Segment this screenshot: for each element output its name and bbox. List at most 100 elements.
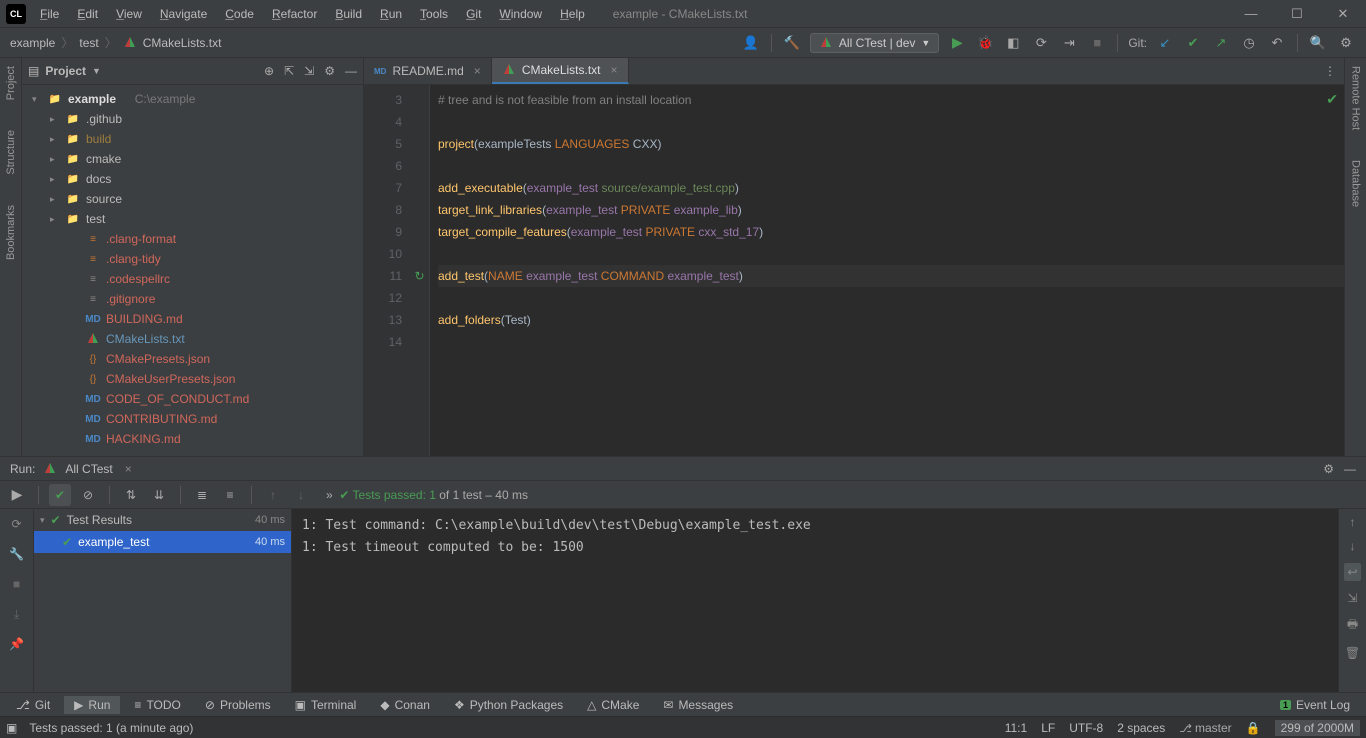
run-button[interactable]: ▶ xyxy=(947,33,967,53)
next-failed-icon[interactable]: ↓ xyxy=(290,484,312,506)
maximize-button[interactable]: ☐ xyxy=(1274,0,1320,28)
tree-dir-source[interactable]: ▸📁source xyxy=(22,189,363,209)
sort-duration-icon[interactable]: ⇊ xyxy=(148,484,170,506)
menu-edit[interactable]: Edit xyxy=(69,3,106,25)
toolwin-python-packages[interactable]: ❖Python Packages xyxy=(444,696,573,714)
hide-panel-icon[interactable]: — xyxy=(1344,462,1356,476)
debug-button[interactable]: 🐞 xyxy=(975,33,995,53)
toolwindows-icon[interactable]: ▣ xyxy=(6,721,17,735)
collapse-all-icon[interactable]: ≡ xyxy=(219,484,241,506)
menu-build[interactable]: Build xyxy=(327,3,370,25)
indent-setting[interactable]: 2 spaces xyxy=(1117,721,1165,735)
toolwin-run[interactable]: ▶Run xyxy=(64,696,120,714)
run-tree[interactable]: ▾✔Test Results40 ms✔example_test40 ms xyxy=(34,509,292,692)
minimize-button[interactable]: — xyxy=(1228,0,1274,28)
users-icon[interactable]: 👤 xyxy=(741,33,761,53)
menu-window[interactable]: Window xyxy=(491,3,550,25)
toolwin-git[interactable]: ⎇Git xyxy=(6,696,60,714)
close-tab-icon[interactable]: × xyxy=(474,64,481,78)
run-output[interactable]: 1: Test command: C:\example\build\dev\te… xyxy=(292,509,1338,692)
rerun-button[interactable]: ▶ xyxy=(6,484,28,506)
toggle-auto-test-icon[interactable]: 🔧 xyxy=(6,543,28,565)
coverage-icon[interactable]: ◧ xyxy=(1003,33,1023,53)
breadcrumb-folder[interactable]: test xyxy=(79,36,98,50)
menu-code[interactable]: Code xyxy=(217,3,262,25)
breadcrumb-project[interactable]: example xyxy=(10,36,55,50)
gutter-marks[interactable]: ↻ xyxy=(410,85,430,456)
test-node-Test-Results[interactable]: ▾✔Test Results40 ms xyxy=(34,509,291,531)
tab-CMakeLists.txt[interactable]: CMakeLists.txt× xyxy=(492,58,629,84)
menu-file[interactable]: File xyxy=(32,3,67,25)
attach-icon[interactable]: ⇥ xyxy=(1059,33,1079,53)
line-separator[interactable]: LF xyxy=(1041,721,1055,735)
menu-navigate[interactable]: Navigate xyxy=(152,3,215,25)
show-passed-toggle[interactable]: ✔ xyxy=(49,484,71,506)
tabs-options-icon[interactable]: ⋮ xyxy=(1316,58,1344,84)
export-icon[interactable]: ⤓ xyxy=(6,603,28,625)
project-tree[interactable]: ▾📁example C:\example▸📁.github▸📁build▸📁cm… xyxy=(22,85,363,456)
toolwin-cmake[interactable]: △CMake xyxy=(577,696,649,714)
git-update-icon[interactable]: ↙ xyxy=(1155,33,1175,53)
clear-icon[interactable]: 🗑 xyxy=(1345,646,1360,660)
tree-file-.clang-format[interactable]: ≡.clang-format xyxy=(22,229,363,249)
scroll-up-icon[interactable]: ↑ xyxy=(1350,515,1356,529)
tab-README.md[interactable]: MDREADME.md× xyxy=(364,58,492,84)
expand-all-icon[interactable]: ≣ xyxy=(191,484,213,506)
tree-dir-cmake[interactable]: ▸📁cmake xyxy=(22,149,363,169)
history-icon[interactable]: ◷ xyxy=(1239,33,1259,53)
soft-wrap-icon[interactable]: ↩ xyxy=(1344,563,1360,581)
run-config-name[interactable]: All CTest xyxy=(65,462,112,476)
lock-icon[interactable]: 🔒 xyxy=(1246,721,1261,735)
git-commit-icon[interactable]: ✔ xyxy=(1183,33,1203,53)
pin-icon[interactable]: 📌 xyxy=(6,633,28,655)
toolwin-todo[interactable]: ≡TODO xyxy=(124,696,190,714)
memory-indicator[interactable]: 299 of 2000M xyxy=(1275,720,1360,736)
tree-file-CMakePresets.json[interactable]: {}CMakePresets.json xyxy=(22,349,363,369)
tree-dir-test[interactable]: ▸📁test xyxy=(22,209,363,229)
settings-gear-icon[interactable]: ⚙ xyxy=(1336,33,1356,53)
settings-gear-icon[interactable]: ⚙ xyxy=(324,64,335,78)
line-gutter[interactable]: 34567891011121314 xyxy=(364,85,410,456)
toolwin-messages[interactable]: ✉Messages xyxy=(653,696,743,714)
menu-git[interactable]: Git xyxy=(458,3,489,25)
tree-dir-docs[interactable]: ▸📁docs xyxy=(22,169,363,189)
breadcrumb-file[interactable]: CMakeLists.txt xyxy=(143,36,222,50)
tree-file-CMakeLists.txt[interactable]: CMakeLists.txt xyxy=(22,329,363,349)
sort-alpha-icon[interactable]: ⇅ xyxy=(120,484,142,506)
stripe-bookmarks[interactable]: Bookmarks xyxy=(5,205,17,260)
code-area[interactable]: # tree and is not feasible from an insta… xyxy=(430,85,1344,456)
tree-file-.gitignore[interactable]: ≡.gitignore xyxy=(22,289,363,309)
inspection-ok-icon[interactable]: ✔ xyxy=(1326,91,1338,108)
scroll-to-end-icon[interactable]: ⇲ xyxy=(1347,591,1357,605)
stripe-database[interactable]: Database xyxy=(1350,160,1362,207)
hide-panel-icon[interactable]: — xyxy=(345,64,357,78)
menu-tools[interactable]: Tools xyxy=(412,3,456,25)
toolwin-problems[interactable]: ⊘Problems xyxy=(195,696,281,714)
rerun-failed-icon[interactable]: ⟳ xyxy=(6,513,28,535)
rollback-icon[interactable]: ↶ xyxy=(1267,33,1287,53)
close-icon[interactable]: × xyxy=(125,462,132,476)
profile-icon[interactable]: ⟳ xyxy=(1031,33,1051,53)
project-panel-title[interactable]: Project xyxy=(45,64,86,78)
collapse-all-icon[interactable]: ⇲ xyxy=(304,64,314,78)
menu-view[interactable]: View xyxy=(108,3,150,25)
tree-file-BUILDING.md[interactable]: MDBUILDING.md xyxy=(22,309,363,329)
toolwin-conan[interactable]: ◆Conan xyxy=(370,696,440,714)
tree-dir-build[interactable]: ▸📁build xyxy=(22,129,363,149)
file-encoding[interactable]: UTF-8 xyxy=(1069,721,1103,735)
search-everywhere-icon[interactable]: 🔍 xyxy=(1308,33,1328,53)
caret-position[interactable]: 11:1 xyxy=(1005,721,1027,735)
git-push-icon[interactable]: ↗ xyxy=(1211,33,1231,53)
editor[interactable]: 34567891011121314 ↻ # tree and is not fe… xyxy=(364,85,1344,456)
prev-failed-icon[interactable]: ↑ xyxy=(262,484,284,506)
breadcrumb[interactable]: example 〉 test 〉 CMakeLists.txt xyxy=(10,34,221,51)
tree-dir-.github[interactable]: ▸📁.github xyxy=(22,109,363,129)
tree-file-CONTRIBUTING.md[interactable]: MDCONTRIBUTING.md xyxy=(22,409,363,429)
stop-icon[interactable]: ■ xyxy=(6,573,28,595)
menu-help[interactable]: Help xyxy=(552,3,593,25)
git-branch[interactable]: ⎇ master xyxy=(1179,721,1231,735)
menu-run[interactable]: Run xyxy=(372,3,410,25)
run-settings-gear-icon[interactable]: ⚙ xyxy=(1323,462,1334,476)
tree-file-.codespellrc[interactable]: ≡.codespellrc xyxy=(22,269,363,289)
scroll-down-icon[interactable]: ↓ xyxy=(1350,539,1356,553)
